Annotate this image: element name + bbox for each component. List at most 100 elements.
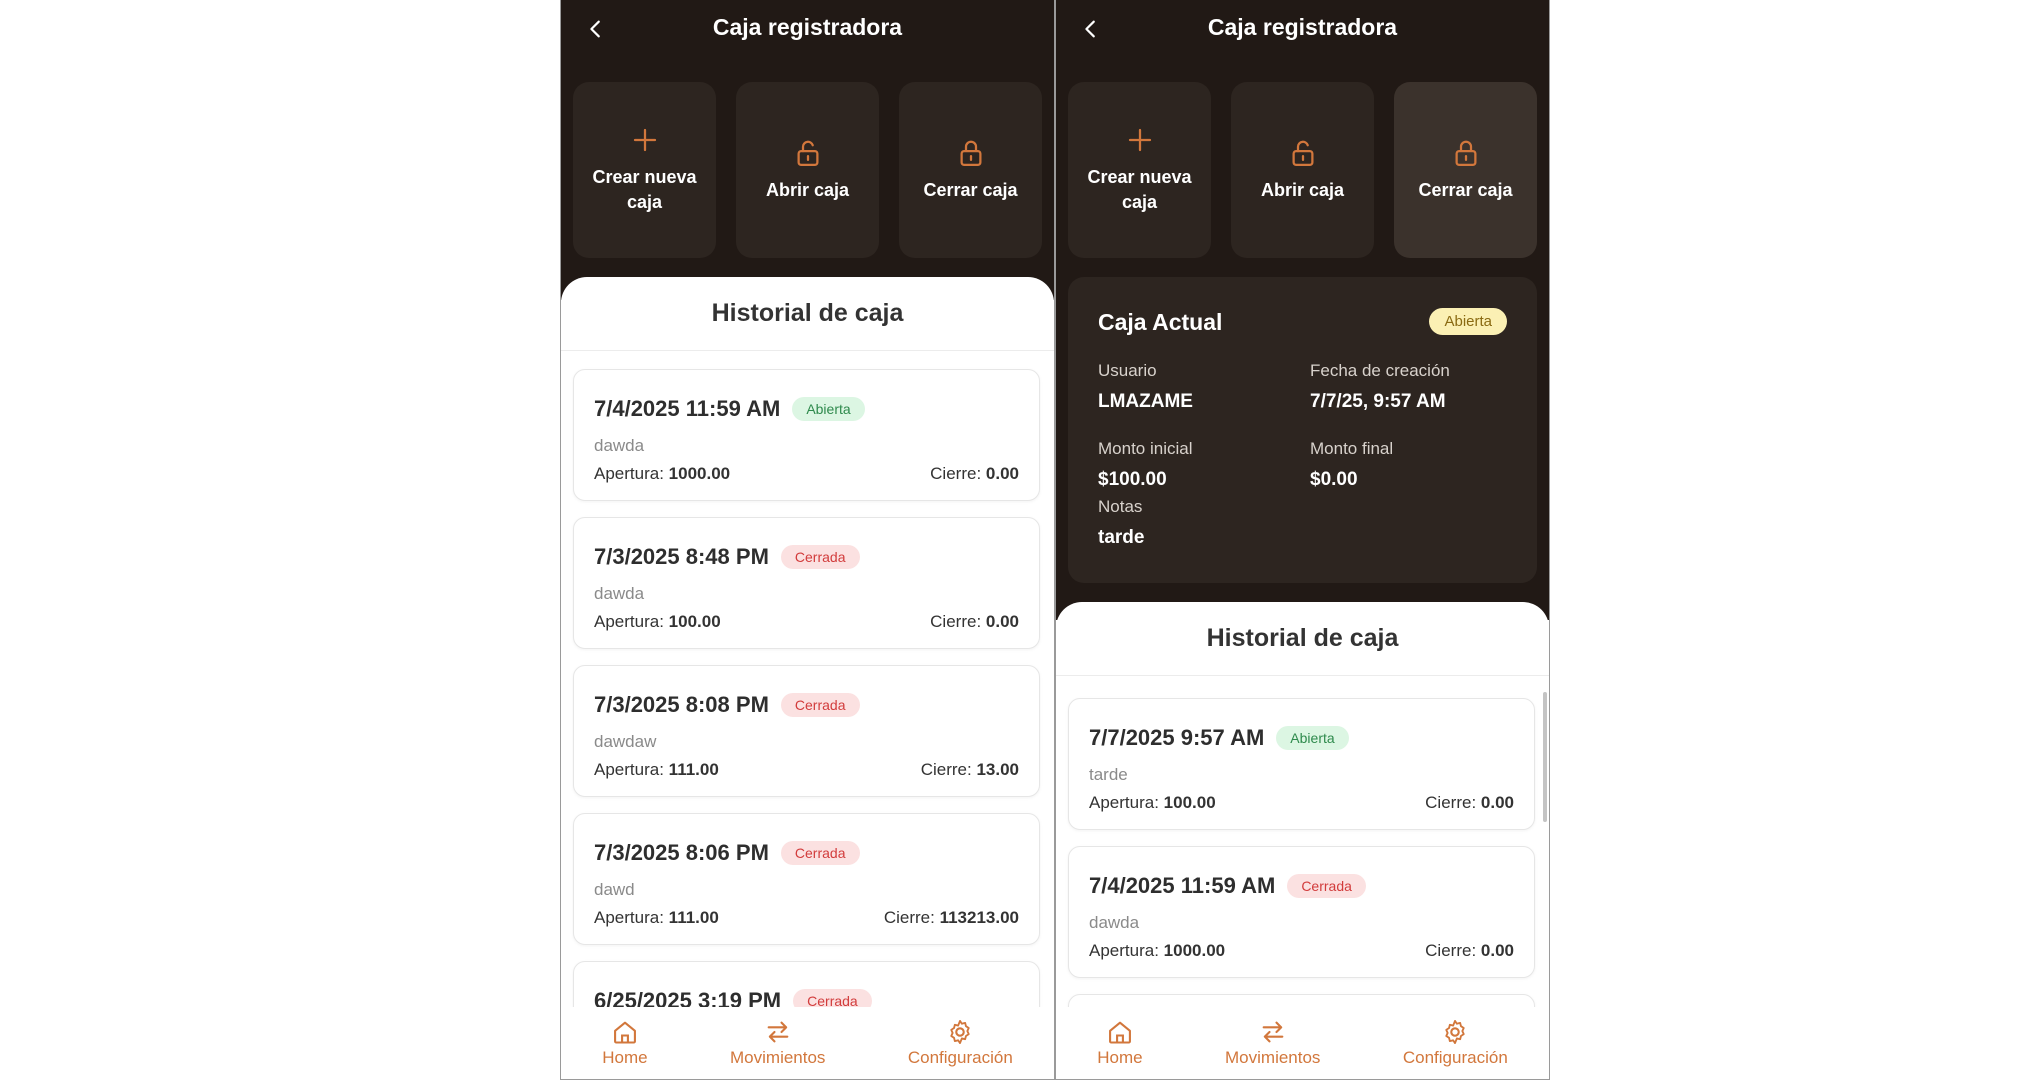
history-date: 7/4/2025 11:59 AM <box>1089 873 1276 898</box>
nav-home-label: Home <box>1097 1048 1143 1067</box>
history-header: Historial de caja <box>561 277 1054 351</box>
history-date: 6/25/2025 3:19 PM <box>594 988 782 1007</box>
nav-movements[interactable]: Movimientos <box>1225 1018 1320 1068</box>
nav-movements[interactable]: Movimientos <box>730 1018 825 1068</box>
page-title: Caja registradora <box>712 14 903 40</box>
nav-home[interactable]: Home <box>602 1018 648 1068</box>
open-register-label: Abrir caja <box>1260 179 1345 200</box>
home-icon <box>1108 1021 1131 1044</box>
nav-settings-label: Configuración <box>1402 1048 1508 1067</box>
status-badge: Abierta <box>1429 308 1507 335</box>
history-item[interactable]: 7/3/2025 8:48 PM Cerrada dawda Apertura:… <box>573 517 1040 649</box>
history-item[interactable]: 7/4/2025 11:59 AM Cerrada dawda Apertura… <box>1068 846 1535 978</box>
closing-amount: Cierre: 0.00 <box>930 464 1019 483</box>
status-badge: Abierta <box>1276 726 1349 750</box>
gear-icon <box>1445 1019 1466 1045</box>
header-area: Caja registradora Crear nueva caja Abrir… <box>1056 0 1549 620</box>
header-area: Caja registradora Crear nueva caja Abrir… <box>561 0 1054 300</box>
current-register-title: Caja Actual <box>1098 309 1223 335</box>
nav-settings-label: Configuración <box>907 1048 1013 1067</box>
transfer-icon <box>767 1021 789 1043</box>
status-badge: Cerrada <box>780 545 860 569</box>
notes-label: Notas <box>1098 497 1143 516</box>
history-date: 7/3/2025 8:06 PM <box>594 840 769 865</box>
app-bar: Caja registradora <box>1056 0 1549 58</box>
status-badge: Cerrada <box>780 693 860 717</box>
closing-amount: Cierre: 0.00 <box>930 612 1019 631</box>
initial-amount-label: Monto inicial <box>1098 439 1193 458</box>
opening-amount: Apertura: 100.00 <box>1089 793 1216 812</box>
history-header: Historial de caja <box>1056 602 1549 676</box>
opening-amount: Apertura: 111.00 <box>594 760 719 779</box>
nav-home-label: Home <box>602 1048 648 1067</box>
closing-amount: Cierre: 0.00 <box>1425 941 1514 960</box>
history-sheet: Historial de caja 7/4/2025 11:59 AM Abie… <box>561 277 1054 1007</box>
history-list[interactable]: 7/4/2025 11:59 AM Abierta dawda Apertura… <box>561 351 1054 1007</box>
history-note: dawdaw <box>594 732 657 751</box>
nav-settings[interactable]: Configuración <box>1403 1018 1508 1068</box>
history-sheet: Historial de caja 7/7/2025 9:57 AM Abier… <box>1056 602 1549 1007</box>
nav-home[interactable]: Home <box>1097 1018 1143 1068</box>
history-note: dawda <box>1089 913 1140 932</box>
history-note: dawda <box>594 436 645 455</box>
open-register-button[interactable]: Abrir caja <box>736 82 879 258</box>
history-date: 7/7/2025 9:57 AM <box>1089 725 1265 750</box>
create-register-button[interactable]: Crear nueva caja <box>1068 82 1211 258</box>
history-date: 7/3/2025 8:08 PM <box>594 692 769 717</box>
history-item[interactable]: 7/7/2025 9:57 AM Abierta tarde Apertura:… <box>1068 698 1535 830</box>
app-bar: Caja registradora <box>561 0 1054 58</box>
create-register-button[interactable]: Crear nueva caja <box>573 82 716 258</box>
nav-movements-label: Movimientos <box>730 1048 826 1067</box>
final-amount-label: Monto final <box>1310 439 1394 458</box>
close-register-button[interactable]: Cerrar caja <box>1394 82 1537 258</box>
action-row: Crear nueva caja Abrir caja Cerrar caja <box>573 82 1042 258</box>
created-date-value: 7/7/25, 9:57 AM <box>1310 391 1446 412</box>
page-title: Caja registradora <box>1207 14 1398 40</box>
screen-left: Caja registradora Crear nueva caja Abrir… <box>560 0 1055 1080</box>
history-date: 7/3/2025 8:48 PM <box>594 544 769 569</box>
bottom-nav: Home Movimientos Configuración <box>1056 1007 1549 1079</box>
history-note: tarde <box>1089 765 1128 784</box>
close-register-label: Cerrar caja <box>1418 179 1513 200</box>
history-date: 7/4/2025 11:59 AM <box>594 396 781 421</box>
opening-amount: Apertura: 111.00 <box>594 908 719 927</box>
user-value: LMAZAME <box>1098 391 1193 412</box>
history-note: dawda <box>594 584 645 603</box>
transfer-icon <box>1262 1021 1284 1043</box>
history-title: Historial de caja <box>711 299 904 327</box>
nav-settings[interactable]: Configuración <box>908 1018 1013 1068</box>
final-amount-value: $0.00 <box>1310 469 1358 490</box>
history-item[interactable]: 7/3/2025 8:06 PM Cerrada dawd Apertura: … <box>573 813 1040 945</box>
history-list[interactable]: 7/7/2025 9:57 AM Abierta tarde Apertura:… <box>1056 676 1549 1007</box>
closing-amount: Cierre: 113213.00 <box>883 908 1019 927</box>
unlock-icon <box>1288 138 1318 168</box>
create-register-label: Crear nueva caja <box>1087 167 1192 212</box>
current-register-card: Caja Actual Abierta Usuario LMAZAME Fech… <box>1068 277 1537 583</box>
history-item[interactable]: 7/3/2025 8:08 PM Cerrada dawdaw Apertura… <box>573 665 1040 797</box>
opening-amount: Apertura: 1000.00 <box>594 464 731 483</box>
opening-amount: Apertura: 1000.00 <box>1089 941 1226 960</box>
user-label: Usuario <box>1098 361 1157 380</box>
created-date-label: Fecha de creación <box>1310 361 1450 380</box>
closing-amount: Cierre: 0.00 <box>1425 793 1514 812</box>
status-badge: Cerrada <box>793 989 872 1007</box>
opening-amount: Apertura: 100.00 <box>594 612 721 631</box>
gear-icon <box>950 1019 971 1045</box>
history-item[interactable]: 7/4/2025 11:59 AM Abierta dawda Apertura… <box>573 369 1040 501</box>
status-badge: Cerrada <box>1287 874 1366 898</box>
history-title: Historial de caja <box>1206 624 1399 652</box>
initial-amount-value: $100.00 <box>1098 469 1167 490</box>
open-register-label: Abrir caja <box>765 179 850 200</box>
status-badge: Abierta <box>792 397 865 421</box>
history-note: dawd <box>594 880 635 899</box>
create-register-label: Crear nueva caja <box>592 167 697 212</box>
history-item[interactable] <box>1068 994 1535 1007</box>
lock-icon <box>1451 138 1481 168</box>
bottom-nav: Home Movimientos Configuración <box>561 1007 1054 1079</box>
history-item[interactable]: 6/25/2025 3:19 PM Cerrada <box>573 961 1040 1007</box>
notes-value: tarde <box>1098 527 1145 548</box>
home-icon <box>613 1021 636 1044</box>
close-register-button[interactable]: Cerrar caja <box>899 82 1042 258</box>
plus-icon <box>630 125 660 155</box>
open-register-button[interactable]: Abrir caja <box>1231 82 1374 258</box>
